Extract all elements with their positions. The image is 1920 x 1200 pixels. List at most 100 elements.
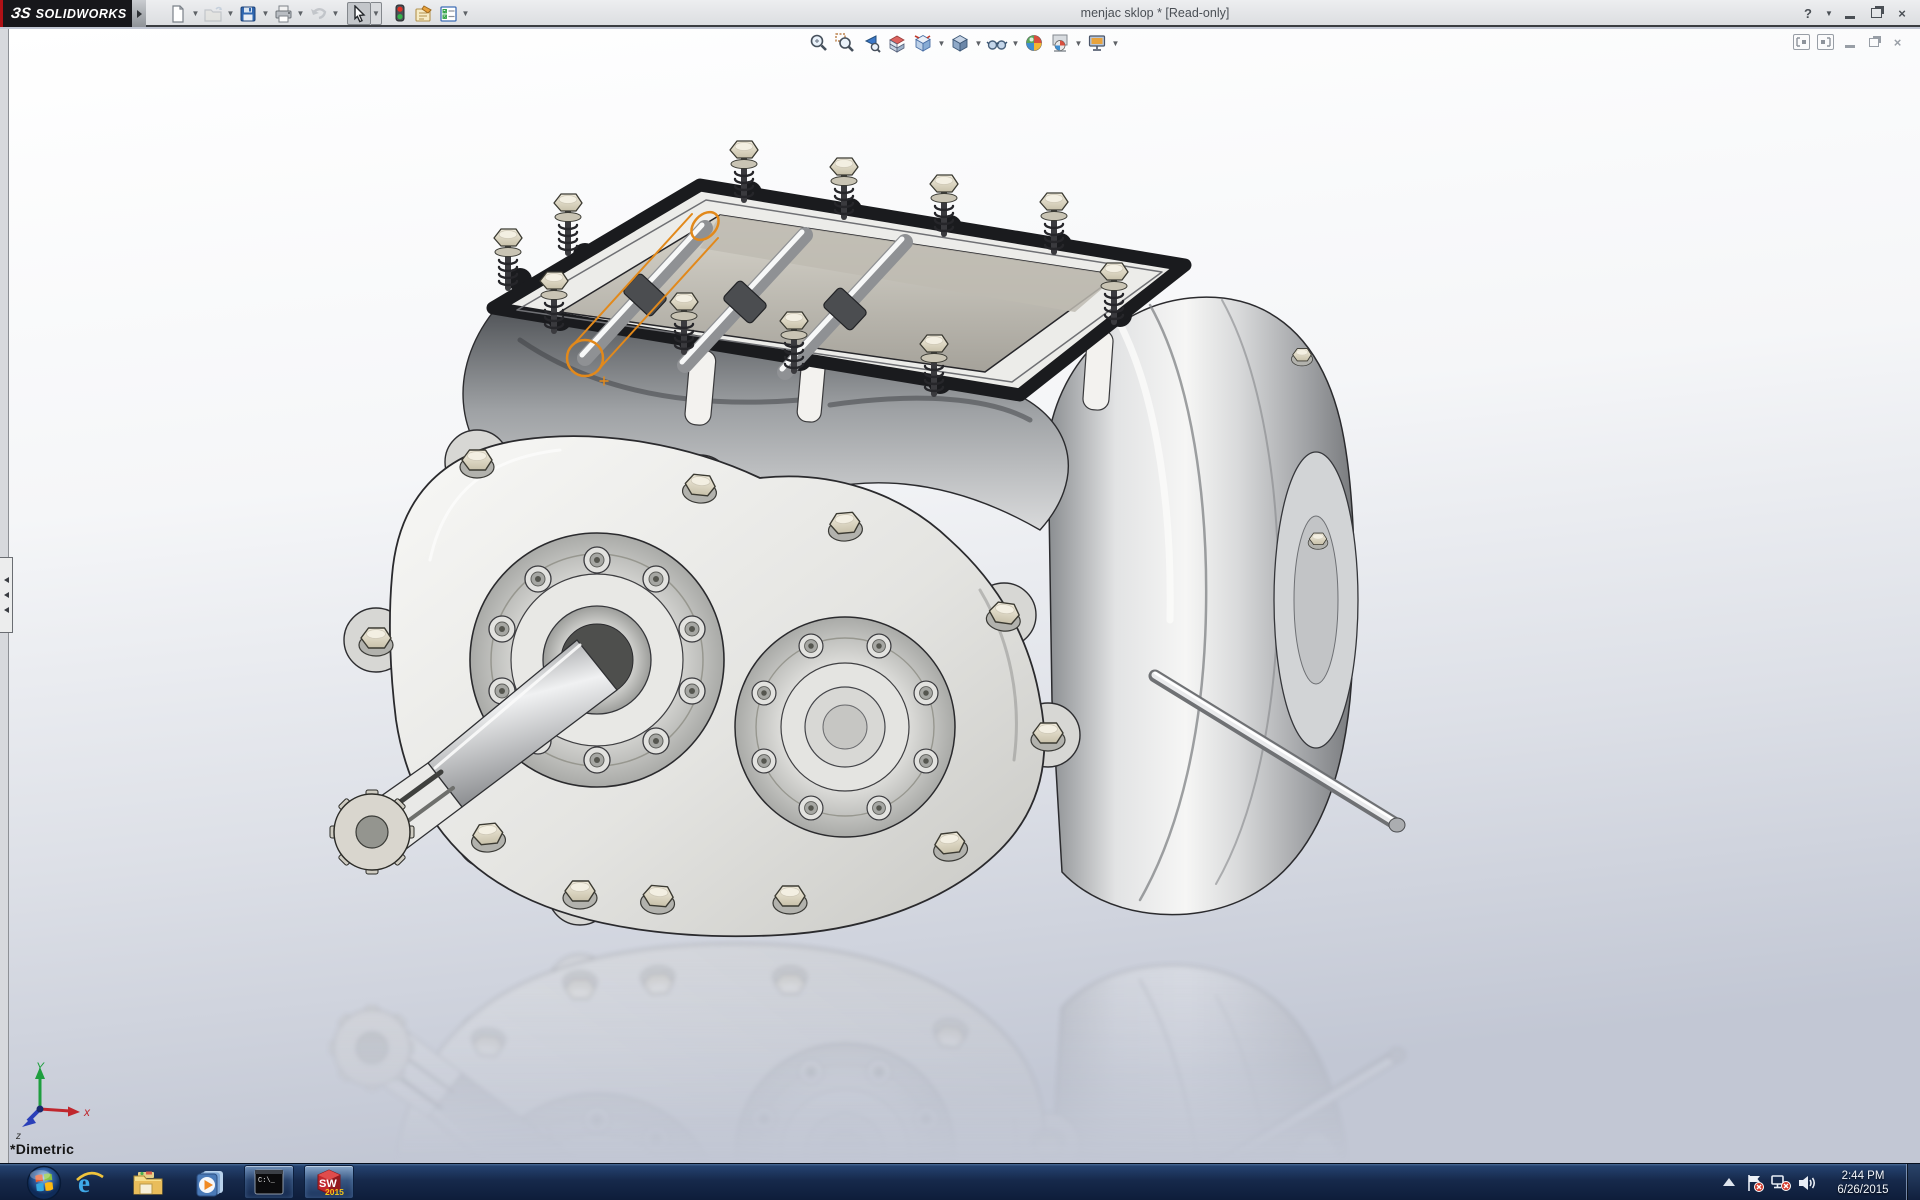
comment-button[interactable] (412, 2, 436, 25)
volume-button[interactable] (1794, 1168, 1820, 1198)
start-button[interactable] (25, 1165, 62, 1200)
view-settings-dropdown[interactable]: ▼ (1110, 31, 1121, 55)
options-dropdown[interactable]: ▼ (460, 2, 471, 25)
new-document-button[interactable] (166, 2, 190, 25)
app-titlebar: ЗS SOLIDWORKS ▼ ▼ ▼ ▼ ▼ ▼ (0, 0, 1920, 27)
display-style-icon (950, 33, 970, 53)
close-document-button[interactable]: × (1889, 34, 1906, 50)
restore-button[interactable] (1866, 3, 1886, 23)
folder-icon (132, 1169, 164, 1197)
action-center-button[interactable] (1742, 1168, 1768, 1198)
taskbar-internet-explorer[interactable]: e (68, 1166, 112, 1199)
solidworks-logo-mark: ЗS (10, 5, 32, 22)
print-dropdown[interactable]: ▼ (295, 2, 306, 25)
view-orientation-label: *Dimetric (10, 1141, 74, 1157)
view-settings-icon (1087, 33, 1107, 53)
restore-icon (1871, 8, 1882, 18)
minimize-document-icon (1845, 45, 1855, 48)
section-view-button[interactable] (884, 31, 910, 55)
undo-icon (308, 5, 328, 23)
section-view-icon (887, 33, 907, 53)
view-orientation-button[interactable] (910, 31, 936, 55)
gearbox-3d-model[interactable] (0, 29, 1920, 1163)
system-tray: 2:44 PM 6/26/2015 (1716, 1164, 1920, 1200)
hide-show-items-icon (986, 33, 1008, 53)
taskbar-media-player[interactable] (188, 1166, 232, 1199)
zoom-to-fit-icon (809, 33, 829, 53)
help-dropdown[interactable]: ▼ (1824, 3, 1834, 23)
options-button[interactable] (436, 2, 460, 25)
print-button[interactable] (271, 2, 295, 25)
save-icon (239, 5, 257, 23)
media-player-icon (194, 1168, 226, 1198)
document-title: menjac sklop * [Read-only] (1030, 0, 1280, 26)
command-prompt-label: C:\_ (258, 1177, 276, 1185)
save-button[interactable] (236, 2, 260, 25)
save-dropdown[interactable]: ▼ (260, 2, 271, 25)
edit-appearance-button[interactable] (1021, 31, 1047, 55)
hide-show-items-dropdown[interactable]: ▼ (1010, 31, 1021, 55)
network-disconnected-icon (1770, 1173, 1792, 1193)
feature-manager-collapsed-tab[interactable] (0, 557, 13, 633)
view-settings-button[interactable] (1084, 31, 1110, 55)
help-button[interactable]: ? (1798, 3, 1818, 23)
close-document-icon: × (1894, 35, 1902, 50)
graphics-area[interactable]: ▼ ▼ ▼ ▼ ▼ (0, 29, 1920, 1163)
clock-time: 2:44 PM (1826, 1169, 1900, 1183)
taskbar-windows-explorer[interactable] (126, 1166, 170, 1199)
hidden-icons-arrow-icon (1723, 1178, 1735, 1188)
feature-pane-toggle-button[interactable] (1793, 34, 1810, 50)
show-desktop-button[interactable] (1906, 1164, 1920, 1200)
display-pane-toggle-button[interactable] (1817, 34, 1834, 50)
restore-document-button[interactable] (1865, 34, 1882, 50)
solidworks-year-label: 2015 (325, 1187, 344, 1197)
taskbar-command-prompt[interactable]: C:\_ (244, 1165, 294, 1199)
minimize-document-button[interactable] (1841, 34, 1858, 50)
zoom-to-area-button[interactable] (832, 31, 858, 55)
reference-triad: Y x z (12, 1059, 112, 1144)
display-style-dropdown[interactable]: ▼ (973, 31, 984, 55)
view-orientation-icon (913, 33, 933, 53)
network-status-button[interactable] (1768, 1168, 1794, 1198)
previous-view-button[interactable] (858, 31, 884, 55)
tray-clock[interactable]: 2:44 PM 6/26/2015 (1826, 1169, 1900, 1197)
open-document-button[interactable] (201, 2, 225, 25)
window-controls: ? ▼ × (1798, 0, 1912, 26)
options-checklist-icon (439, 5, 458, 23)
solidworks-2015-icon: SW 2015 (313, 1166, 345, 1198)
headsup-view-toolbar: ▼ ▼ ▼ ▼ ▼ (806, 31, 1121, 55)
feature-pane-icon (1796, 37, 1807, 47)
document-window-controls: × (1793, 34, 1906, 50)
display-style-button[interactable] (947, 31, 973, 55)
volume-icon (1797, 1174, 1817, 1192)
collapse-arrow-icon (4, 592, 9, 598)
close-button[interactable]: × (1892, 3, 1912, 23)
action-center-flag-icon (1745, 1173, 1765, 1193)
select-dropdown[interactable]: ▼ (371, 2, 382, 25)
collapse-arrow-icon (4, 577, 9, 583)
apply-scene-button[interactable] (1047, 31, 1073, 55)
open-dropdown[interactable]: ▼ (225, 2, 236, 25)
menu-flyout-arrow[interactable] (132, 0, 146, 27)
select-tool-button[interactable] (347, 2, 371, 25)
new-dropdown[interactable]: ▼ (190, 2, 201, 25)
undo-button[interactable] (306, 2, 330, 25)
open-document-icon (204, 5, 223, 23)
print-icon (274, 5, 293, 23)
main-toolbar: ▼ ▼ ▼ ▼ ▼ ▼ (166, 1, 471, 26)
undo-dropdown[interactable]: ▼ (330, 2, 341, 25)
zoom-to-fit-button[interactable] (806, 31, 832, 55)
minimize-button[interactable] (1840, 3, 1860, 23)
clock-date: 6/26/2015 (1826, 1183, 1900, 1197)
apply-scene-dropdown[interactable]: ▼ (1073, 31, 1084, 55)
rebuild-traffic-light-icon (393, 4, 407, 23)
rebuild-button[interactable] (388, 2, 412, 25)
hide-show-items-button[interactable] (984, 31, 1010, 55)
new-document-icon (169, 5, 187, 23)
show-hidden-icons-button[interactable] (1716, 1168, 1742, 1198)
restore-document-icon (1869, 38, 1879, 47)
view-orientation-dropdown[interactable]: ▼ (936, 31, 947, 55)
taskbar-solidworks[interactable]: SW 2015 (304, 1165, 354, 1199)
display-pane-icon (1820, 37, 1831, 47)
command-prompt-icon: C:\_ (254, 1169, 284, 1195)
